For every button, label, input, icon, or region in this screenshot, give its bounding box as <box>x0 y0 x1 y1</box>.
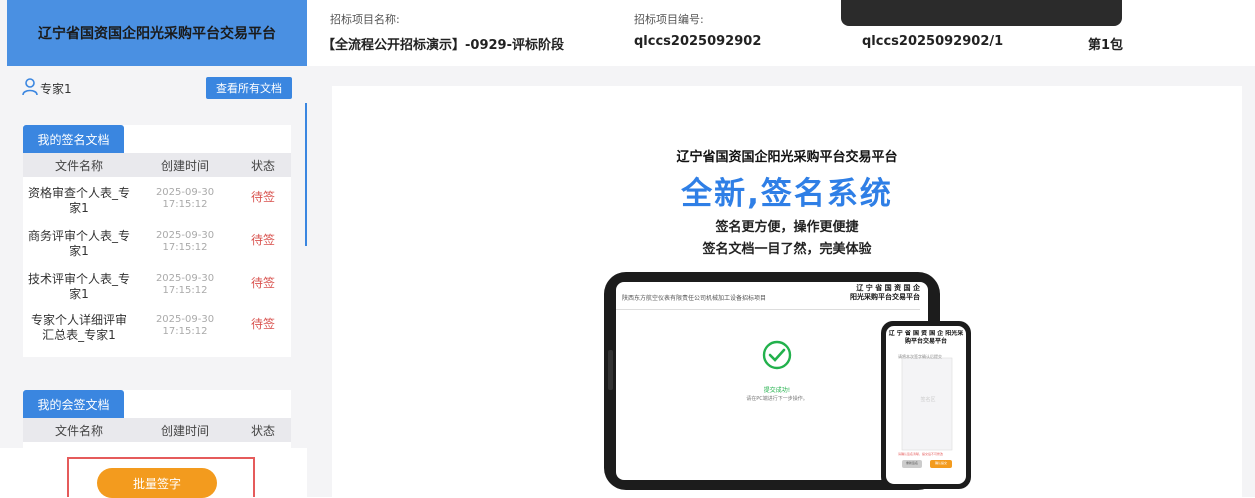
project-name-label: 招标项目名称: <box>330 13 400 26</box>
tablet-logo: 辽 宁 省 国 资 国 企 阳光采购平台交易平台 <box>850 284 920 301</box>
user-row: 专家1 查看所有文档 <box>0 72 307 104</box>
doc-time: 2025-09-30 17:15:12 <box>155 273 215 296</box>
doc-name[interactable]: 技术评审个人表_专家1 <box>23 272 135 302</box>
doc-status: 待签 <box>250 190 275 204</box>
phone-logo: 辽 宁 省 国 资 国 企 阳光采购平台交易平台 <box>888 330 964 345</box>
header-status: 状态 <box>250 159 275 173</box>
tablet-success: 提交成功! <box>763 387 791 394</box>
project-name: 【全流程公开招标演示】-0929-评标阶段 <box>322 38 564 53</box>
sign-docs-panel: 我的签名文档 文件名称 创建时间 状态 资格审查个人表_专家1 2025-09-… <box>23 125 291 357</box>
tablet-divider <box>616 309 920 310</box>
sidebar: 辽宁省国资国企阳光采购平台交易平台 专家1 查看所有文档 我的签名文档 文件名称… <box>0 0 307 497</box>
promo-line1: 签名更方便，操作更便捷 <box>715 220 859 235</box>
view-all-docs-button[interactable]: 查看所有文档 <box>206 77 292 99</box>
doc-status: 待签 <box>250 233 275 247</box>
promo-line2: 签名文档一目了然，完美体验 <box>702 242 872 257</box>
batch-sign-button[interactable]: 批量签字 <box>97 468 217 498</box>
tablet-hint: 请在PC端进行下一步操作。 <box>746 396 808 402</box>
promo-org: 辽宁省国资国企阳光采购平台交易平台 <box>676 150 898 165</box>
table-row[interactable]: 资格审查个人表_专家1 2025-09-30 17:15:12 待签 <box>23 182 291 222</box>
project-no: qlccs2025092902 <box>634 34 762 49</box>
phone-cancel-button: 重新签名 <box>905 461 918 465</box>
doc-status: 待签 <box>250 276 275 290</box>
header-created-time: 创建时间 <box>160 424 209 438</box>
table-row[interactable]: 专家个人详细评审汇总表_专家1 2025-09-30 17:15:12 待签 <box>23 309 291 353</box>
phone-warning: 请确认签名清晰，提交后不可修改 <box>898 452 944 456</box>
doc-time: 2025-09-30 17:15:12 <box>155 314 215 337</box>
table-row[interactable]: 商务评审个人表_专家1 2025-09-30 17:15:12 待签 <box>23 225 291 265</box>
package: 第1包 <box>1088 38 1124 53</box>
doc-time: 2025-09-30 17:15:12 <box>155 230 215 253</box>
tab-sign-docs[interactable]: 我的签名文档 <box>23 125 124 153</box>
overlay-bar <box>841 0 1122 26</box>
header-file-name: 文件名称 <box>54 424 103 438</box>
phone-watermark: 签名区 <box>920 397 936 403</box>
header-file-name: 文件名称 <box>54 159 103 173</box>
package-no: qlccs2025092902/1 <box>862 34 1004 49</box>
project-no-label: 招标项目编号: <box>634 13 704 26</box>
doc-name[interactable]: 专家个人详细评审汇总表_专家1 <box>27 313 131 343</box>
user-name: 专家1 <box>40 82 72 96</box>
sign-docs-table-header: 文件名称 创建时间 状态 <box>23 153 291 177</box>
promo-card: 辽宁省国资国企阳光采购平台交易平台 全新,签名系统 签名更方便，操作更便捷 签名… <box>332 86 1242 497</box>
doc-status: 待签 <box>250 317 275 331</box>
header-status: 状态 <box>250 424 275 438</box>
tab-cosign-docs[interactable]: 我的会签文档 <box>23 390 124 418</box>
tablet-project: 陕西东方航空仪表有限责任公司机械加工设备招标项目 <box>622 295 767 302</box>
brand-title: 辽宁省国资国企阳光采购平台交易平台 <box>7 0 307 66</box>
table-row[interactable]: 技术评审个人表_专家1 2025-09-30 17:15:12 待签 <box>23 268 291 308</box>
phone-submit-button: 确认提交 <box>934 461 947 465</box>
header-created-time: 创建时间 <box>160 159 209 173</box>
doc-time: 2025-09-30 17:15:12 <box>155 187 215 210</box>
user-icon <box>22 78 38 96</box>
check-circle-icon <box>762 340 792 370</box>
doc-name[interactable]: 资格审查个人表_专家1 <box>23 186 135 216</box>
cosign-docs-panel: 我的会签文档 文件名称 创建时间 状态 <box>23 390 291 448</box>
promo-headline: 全新,签名系统 <box>681 176 893 212</box>
phone-prompt: 请将本次签字确认后提交 <box>898 354 942 359</box>
cosign-docs-table-header: 文件名称 创建时间 状态 <box>23 418 291 442</box>
doc-name[interactable]: 商务评审个人表_专家1 <box>23 229 135 259</box>
